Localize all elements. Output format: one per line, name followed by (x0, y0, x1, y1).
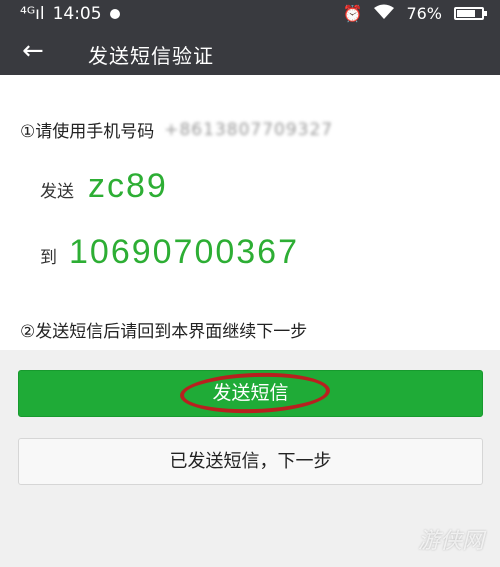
status-time: 14:05 (52, 4, 102, 24)
page-title: 发送短信验证 (88, 44, 214, 68)
step1-text: ①请使用手机号码 (20, 122, 155, 142)
back-arrow-icon[interactable]: ← (22, 36, 44, 66)
phone-number-blurred: +8613807709327 (164, 119, 334, 140)
instructions-panel: ①请使用手机号码 +8613807709327 发送 zc89 到 106907… (0, 75, 500, 350)
send-sms-button[interactable]: 发送短信 (18, 370, 483, 417)
target-number-row: 到 10690700367 (40, 233, 299, 272)
status-bar: ⁴ᴳıl 14:05 ⏰ 76% (0, 0, 500, 30)
signal-icon: ⁴ᴳıl (20, 4, 45, 24)
watermark-logo: 游侠网 (417, 529, 484, 554)
wifi-icon (374, 4, 395, 23)
sent-next-step-button[interactable]: 已发送短信，下一步 (18, 438, 483, 485)
notification-dot-icon (109, 9, 120, 19)
alarm-icon: ⏰ (342, 4, 363, 23)
battery-icon (454, 7, 487, 20)
send-label: 发送 (40, 182, 74, 202)
title-bar: ← 发送短信验证 (0, 30, 500, 75)
send-code-row: 发送 zc89 (40, 167, 168, 206)
battery-percent: 76% (406, 4, 442, 23)
step1-instruction: ①请使用手机号码 +8613807709327 (20, 117, 334, 143)
sms-code: zc89 (88, 167, 168, 205)
target-number: 10690700367 (69, 233, 300, 271)
to-label: 到 (40, 248, 57, 268)
step2-instruction: ②发送短信后请回到本界面继续下一步 (20, 322, 308, 342)
